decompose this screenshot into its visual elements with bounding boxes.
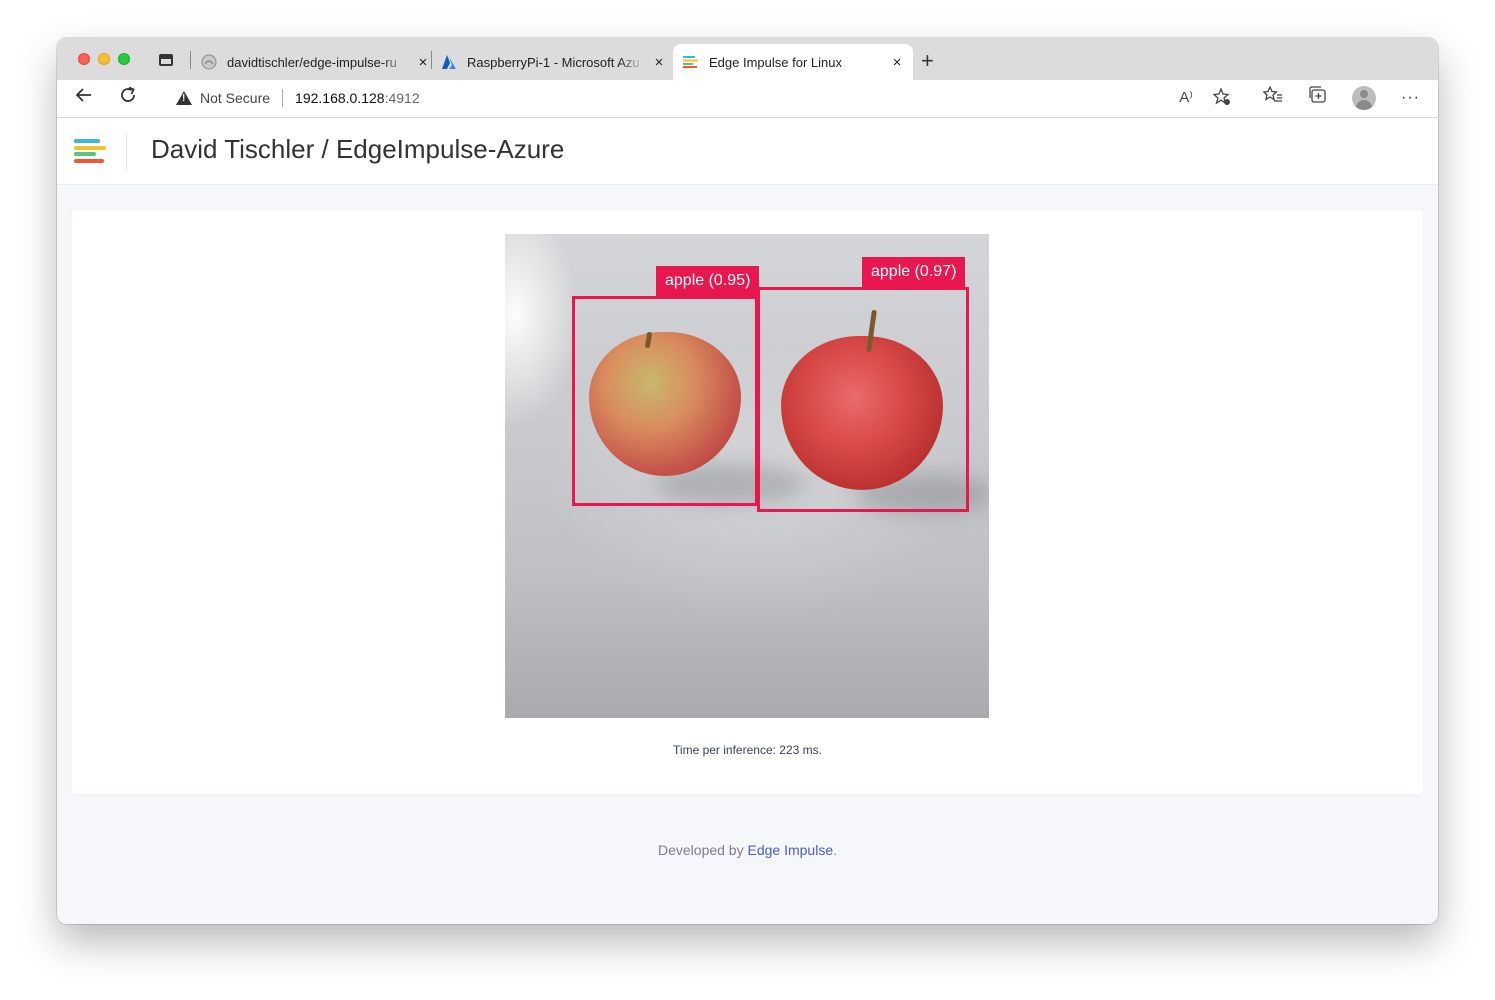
bounding-box	[572, 296, 758, 506]
tab-github[interactable]: davidtischler/edge-impulse-ru ×	[199, 44, 431, 80]
address-actions: A⁾	[1179, 87, 1231, 110]
back-icon[interactable]	[75, 86, 93, 111]
page-title: David Tischler / EdgeImpulse-Azure	[151, 134, 565, 164]
collections-icon[interactable]	[1308, 86, 1328, 111]
url-host: 192.168.0.128	[295, 90, 385, 106]
close-window-button[interactable]	[78, 53, 90, 65]
warning-icon	[176, 91, 192, 105]
url-port: :4912	[384, 90, 420, 106]
footer-prefix: Developed by	[657, 842, 748, 858]
footer-suffix: .	[833, 842, 837, 858]
more-options-icon[interactable]: ···	[1401, 86, 1420, 110]
profile-avatar-icon[interactable]	[1352, 86, 1376, 110]
detection-label: apple (0.95)	[656, 266, 760, 296]
page-footer: Developed by Edge Impulse.	[57, 842, 1438, 858]
edge-impulse-logo	[74, 139, 108, 163]
page-header: David Tischler / EdgeImpulse-Azure	[57, 118, 1438, 185]
security-status[interactable]: Not Secure	[200, 90, 270, 106]
inference-card: apple (0.95) apple (0.97) Time per infer…	[72, 210, 1423, 794]
browser-window: davidtischler/edge-impulse-ru × Raspberr…	[57, 38, 1438, 924]
bounding-box	[757, 287, 969, 512]
tab-azure[interactable]: RaspberryPi-1 - Microsoft Azu ×	[441, 44, 667, 80]
tab-title: davidtischler/edge-impulse-ru	[227, 54, 397, 70]
new-tab-button[interactable]: +	[921, 48, 934, 74]
tab-strip: davidtischler/edge-impulse-ru × Raspberr…	[57, 38, 1438, 80]
inference-time-text: Time per inference: 223 ms.	[673, 743, 822, 757]
edge-impulse-icon	[683, 54, 699, 70]
tab-title: Edge Impulse for Linux	[709, 54, 842, 70]
tab-edge-impulse[interactable]: Edge Impulse for Linux ×	[673, 44, 913, 80]
edge-impulse-link[interactable]: Edge Impulse	[748, 842, 834, 858]
add-favorite-icon[interactable]	[1212, 87, 1231, 110]
minimize-window-button[interactable]	[98, 53, 110, 65]
tab-title: RaspberryPi-1 - Microsoft Azu	[467, 54, 640, 70]
camera-image: apple (0.95) apple (0.97)	[505, 234, 989, 718]
address-bar[interactable]: Not Secure 192.168.0.128:4912 A⁾	[158, 82, 1245, 114]
read-aloud-icon[interactable]: A⁾	[1179, 88, 1193, 110]
azure-icon	[441, 54, 457, 70]
tab-divider	[190, 51, 191, 69]
address-divider	[282, 89, 284, 107]
close-tab-icon[interactable]: ×	[415, 54, 431, 71]
header-divider	[126, 132, 127, 170]
reload-icon[interactable]	[119, 86, 137, 111]
github-icon	[201, 54, 217, 70]
close-tab-icon[interactable]: ×	[651, 54, 667, 71]
favorites-icon[interactable]	[1262, 85, 1283, 111]
page-content: David Tischler / EdgeImpulse-Azure apple…	[57, 118, 1438, 924]
tab-divider	[431, 51, 432, 69]
browser-toolbar: Not Secure 192.168.0.128:4912 A⁾ ···	[57, 80, 1438, 118]
maximize-window-button[interactable]	[118, 53, 130, 65]
tab-actions-icon[interactable]	[159, 54, 173, 66]
close-tab-icon[interactable]: ×	[889, 54, 905, 71]
detection-label: apple (0.97)	[862, 257, 966, 287]
